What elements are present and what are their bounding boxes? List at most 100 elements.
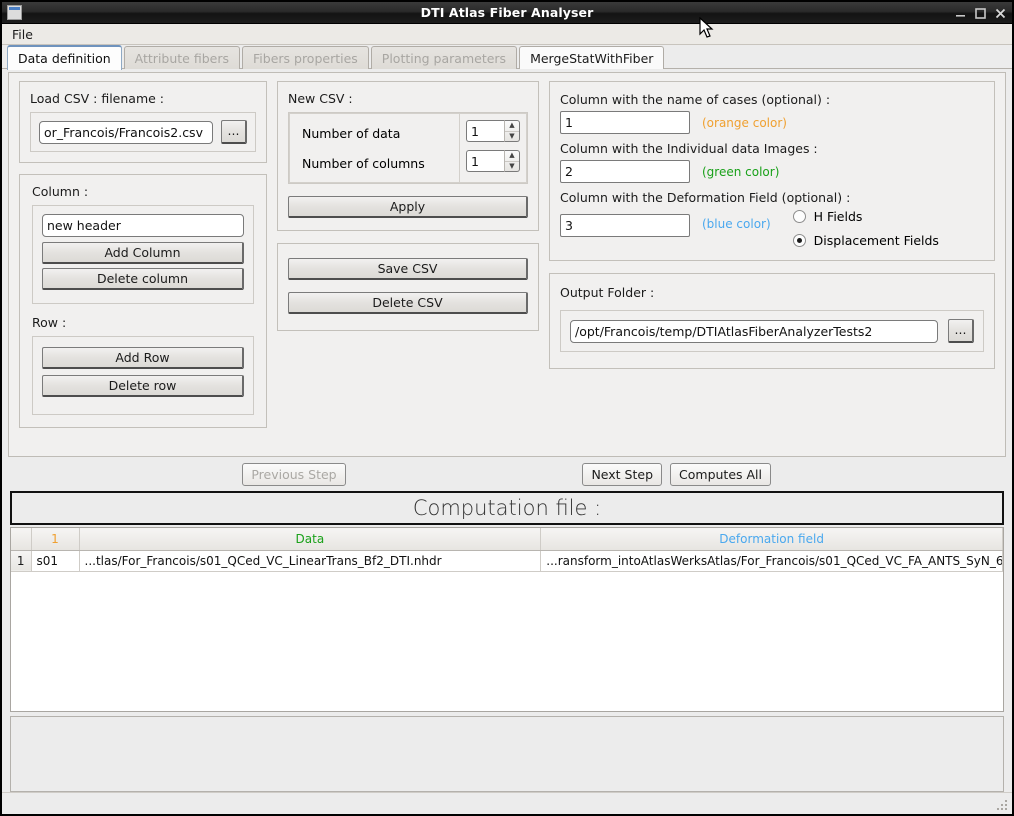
computation-file-table[interactable]: 1 Data Deformation field 1 s01 ...tlas/F… [10,527,1004,712]
menu-item-file[interactable]: File [5,25,40,44]
grid-header-cases[interactable]: 1 [31,528,79,550]
tab-bar: Data definition Attribute fibers Fibers … [2,45,1012,69]
deformation-field-row: (blue color) H Fields Displacement Field… [560,209,984,248]
radio-circle-selected-icon[interactable] [793,234,806,247]
radio-h-fields-label: H Fields [814,209,863,224]
output-folder-row: ... [560,310,984,352]
computes-all-button[interactable]: Computes All [670,463,771,486]
csv-browse-button[interactable]: ... [221,120,247,144]
number-of-columns-input[interactable] [466,150,504,172]
columns-config-group: Column with the name of cases (optional)… [549,81,995,261]
tab-fibers-properties[interactable]: Fibers properties [242,46,369,69]
individual-data-row: (green color) [560,160,984,183]
cell-deformation-path[interactable]: ...ransform_intoAtlasWerksAtlas/For_Fran… [541,550,1003,571]
previous-step-button[interactable]: Previous Step [242,463,346,486]
new-csv-fields: Number of data Number of columns ▲ ▼ [288,112,528,184]
column-actions-box: Add Column Delete column [32,205,254,304]
load-csv-row: ... [30,112,256,152]
delete-csv-button[interactable]: Delete CSV [288,292,528,314]
name-of-cases-color-note: (orange color) [702,116,787,130]
field-type-radio-group: H Fields Displacement Fields [793,209,939,248]
new-csv-group: New CSV : Number of data Number of colum… [277,81,539,231]
number-of-columns-label: Number of columns [302,152,459,174]
chevron-down-icon[interactable]: ▼ [505,162,519,172]
tab-plotting-parameters[interactable]: Plotting parameters [371,46,517,69]
output-folder-input[interactable] [570,320,938,343]
computation-file-title: Computation file : [413,496,601,520]
new-csv-field-labels: Number of data Number of columns [289,113,459,183]
apply-button[interactable]: Apply [288,196,528,218]
add-column-button[interactable]: Add Column [42,242,244,264]
navigation-right-buttons: Next Step Computes All [582,463,771,486]
left-column: Load CSV : filename : ... Column : Add C… [19,81,267,448]
number-of-data-arrows[interactable]: ▲ ▼ [504,120,520,142]
column-row-group: Column : Add Column Delete column Row : … [19,174,267,428]
grid-header-deformation-field[interactable]: Deformation field [541,528,1003,550]
main-content: Load CSV : filename : ... Column : Add C… [2,69,1012,792]
number-of-data-stepper[interactable]: ▲ ▼ [466,120,520,142]
number-of-columns-stepper[interactable]: ▲ ▼ [466,150,520,172]
tab-attribute-fibers[interactable]: Attribute fibers [124,46,240,69]
csv-filename-input[interactable] [39,121,213,144]
right-column: Column with the name of cases (optional)… [549,81,995,448]
grid-empty-area [11,572,1003,712]
column-label: Column : [32,184,254,199]
delete-column-button[interactable]: Delete column [42,268,244,290]
new-header-input[interactable] [42,214,244,237]
new-csv-field-spinners: ▲ ▼ ▲ ▼ [459,113,527,183]
number-of-data-input[interactable] [466,120,504,142]
navigation-row: Previous Step Next Step Computes All [8,457,1006,491]
title-bar: DTI Atlas Fiber Analyser [2,2,1012,24]
row-number[interactable]: 1 [11,550,31,571]
window-title: DTI Atlas Fiber Analyser [2,5,1012,20]
radio-circle-icon[interactable] [793,210,806,223]
table-row[interactable]: 1 s01 ...tlas/For_Francois/s01_QCed_VC_L… [11,550,1003,571]
load-csv-label: Load CSV : filename : [30,91,256,106]
data-definition-panel: Load CSV : filename : ... Column : Add C… [8,72,1006,457]
maximize-icon[interactable] [975,8,986,19]
menu-bar: File [2,24,1012,45]
csv-grid: 1 Data Deformation field 1 s01 ...tlas/F… [11,528,1003,572]
deformation-field-input[interactable] [560,214,690,237]
middle-column: New CSV : Number of data Number of colum… [277,81,539,448]
deformation-field-color-note: (blue color) [702,217,771,231]
bottom-empty-panel [10,716,1004,792]
tab-data-definition[interactable]: Data definition [7,45,122,70]
name-of-cases-row: (orange color) [560,111,984,134]
chevron-up-icon[interactable]: ▲ [505,151,519,162]
deformation-field-label: Column with the Deformation Field (optio… [560,190,984,205]
load-csv-group: Load CSV : filename : ... [19,81,267,163]
new-csv-label: New CSV : [288,91,528,106]
grid-corner-header[interactable] [11,528,31,550]
output-folder-browse-button[interactable]: ... [948,319,974,343]
radio-h-fields[interactable]: H Fields [793,209,939,224]
grid-header: 1 Data Deformation field [11,528,1003,550]
output-folder-label: Output Folder : [560,285,984,300]
name-of-cases-input[interactable] [560,111,690,134]
resize-grip[interactable] [997,800,1009,812]
minimize-icon[interactable] [955,8,966,19]
add-row-button[interactable]: Add Row [42,347,244,369]
individual-data-input[interactable] [560,160,690,183]
cell-case-name[interactable]: s01 [31,550,79,571]
grid-header-data[interactable]: Data [79,528,541,550]
save-delete-csv-group: Save CSV Delete CSV [277,243,539,331]
name-of-cases-label: Column with the name of cases (optional)… [560,92,984,107]
number-of-data-label: Number of data [302,122,459,144]
next-step-button[interactable]: Next Step [582,463,662,486]
individual-data-color-note: (green color) [702,165,779,179]
computation-file-header: Computation file : [10,491,1004,525]
window-controls [955,2,1006,24]
save-csv-button[interactable]: Save CSV [288,258,528,280]
cell-data-path[interactable]: ...tlas/For_Francois/s01_QCed_VC_LinearT… [79,550,541,571]
individual-data-label: Column with the Individual data Images : [560,141,984,156]
delete-row-button[interactable]: Delete row [42,375,244,397]
radio-displacement-fields-label: Displacement Fields [814,233,939,248]
chevron-up-icon[interactable]: ▲ [505,121,519,132]
radio-displacement-fields[interactable]: Displacement Fields [793,233,939,248]
number-of-columns-arrows[interactable]: ▲ ▼ [504,150,520,172]
grid-body: 1 s01 ...tlas/For_Francois/s01_QCed_VC_L… [11,550,1003,571]
tab-mergestatwithfiber[interactable]: MergeStatWithFiber [519,46,664,69]
close-icon[interactable] [995,8,1006,19]
chevron-down-icon[interactable]: ▼ [505,132,519,142]
